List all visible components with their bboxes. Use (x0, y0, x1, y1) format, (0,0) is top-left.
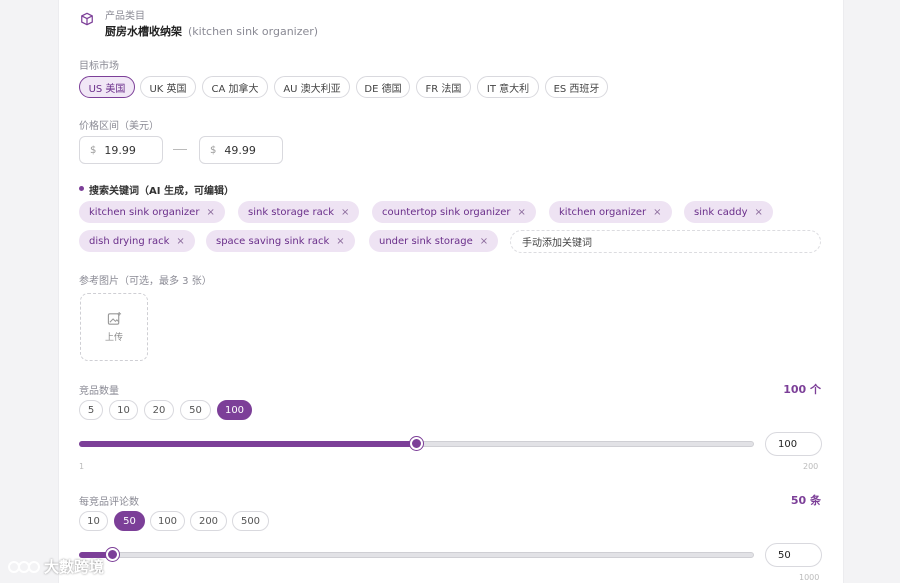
reviews-slider-track[interactable] (79, 552, 754, 558)
price-max-input[interactable]: $ 49.99 (199, 136, 283, 164)
currency-symbol: $ (210, 144, 217, 156)
market-chip-au[interactable]: AU 澳大利亚 (274, 76, 350, 98)
remove-icon[interactable]: × (341, 207, 349, 218)
market-chip-de[interactable]: DE 德国 (356, 76, 410, 98)
keywords-label: 搜索关键词（AI 生成，可编辑） (89, 186, 234, 197)
remove-icon[interactable]: × (176, 236, 184, 247)
keyword-text: space saving sink rack (216, 235, 330, 247)
price-label: 价格区间（美元） (79, 121, 159, 132)
market-chip-fr[interactable]: FR 法国 (416, 76, 471, 98)
reviews-slider-handle[interactable] (106, 548, 119, 561)
upload-label: 上传 (104, 333, 123, 343)
market-chip-uk[interactable]: UK 英国 (140, 76, 196, 98)
competitors-number-input[interactable]: 100 (765, 432, 822, 456)
reviews-max-tick: 1000 (799, 573, 820, 582)
keyword-text: dish drying rack (89, 235, 170, 247)
price-range-dash (173, 149, 187, 150)
competitors-min-tick: 1 (79, 462, 85, 471)
competitors-option[interactable]: 50 (180, 400, 211, 420)
reviews-option[interactable]: 10 (79, 511, 108, 531)
competitors-max-tick: 200 (803, 462, 819, 471)
remove-icon[interactable]: × (518, 207, 526, 218)
category-value: 厨房水槽收纳架 (kitchen sink organizer) (105, 23, 318, 39)
keyword-chip[interactable]: dish drying rack × (79, 230, 195, 252)
market-chip-it[interactable]: IT 意大利 (477, 76, 539, 98)
keyword-chip[interactable]: kitchen organizer × (549, 201, 672, 223)
reviews-value-display: 50 条 (790, 494, 821, 507)
competitors-slider-fill (79, 441, 417, 447)
price-min-value: 19.99 (104, 143, 136, 157)
watermark-logo-icon (8, 560, 40, 573)
competitors-option[interactable]: 20 (144, 400, 174, 420)
keyword-text: sink caddy (694, 206, 748, 218)
keyword-chip[interactable]: kitchen sink organizer × (79, 201, 225, 223)
competitors-option-selected[interactable]: 100 (217, 400, 252, 420)
keyword-text: under sink storage (379, 235, 473, 247)
remove-icon[interactable]: × (653, 207, 661, 218)
market-label: 目标市场 (79, 61, 119, 72)
reviews-option[interactable]: 200 (190, 511, 227, 531)
keyword-chip[interactable]: countertop sink organizer × (372, 201, 536, 223)
keyword-text: kitchen organizer (559, 206, 647, 218)
competitors-option[interactable]: 10 (109, 400, 138, 420)
reviews-option-selected[interactable]: 50 (114, 511, 145, 531)
image-upload-box[interactable]: 上传 (80, 293, 148, 361)
reviews-label: 每竞品评论数 (79, 497, 139, 508)
reviews-option[interactable]: 500 (232, 511, 269, 531)
watermark-text: 大數跨境 (44, 558, 105, 576)
images-label: 参考图片（可选，最多 3 张） (79, 276, 212, 287)
remove-icon[interactable]: × (336, 236, 344, 247)
market-chip-es[interactable]: ES 西班牙 (545, 76, 608, 98)
market-chip-ca[interactable]: CA 加拿大 (202, 76, 268, 98)
bullet-dot (79, 186, 84, 191)
keyword-chip[interactable]: sink storage rack × (238, 201, 360, 223)
currency-symbol: $ (90, 144, 97, 156)
keyword-text: kitchen sink organizer (89, 206, 200, 218)
box-icon (81, 12, 93, 26)
competitors-slider-handle[interactable] (410, 437, 423, 450)
competitors-option[interactable]: 5 (79, 400, 103, 420)
keyword-chip[interactable]: sink caddy × (684, 201, 773, 223)
category-label: 产品类目 (105, 11, 145, 22)
watermark: 大數跨境 (8, 556, 104, 577)
category-name: 厨房水槽收纳架 (105, 25, 182, 38)
keyword-text: sink storage rack (248, 206, 334, 218)
reviews-option[interactable]: 100 (150, 511, 185, 531)
competitors-value-display: 100 个 (783, 383, 821, 396)
competitors-label: 竞品数量 (79, 386, 119, 397)
market-chip-us[interactable]: US 美国 (79, 76, 135, 98)
category-name-en: (kitchen sink organizer) (188, 25, 319, 38)
image-upload-icon (107, 311, 121, 325)
remove-icon[interactable]: × (755, 207, 763, 218)
keyword-chip[interactable]: space saving sink rack × (206, 230, 355, 252)
price-max-value: 49.99 (224, 143, 256, 157)
add-keyword-input[interactable]: 手动添加关键词 (510, 230, 821, 253)
reviews-number-input[interactable]: 50 (765, 543, 822, 567)
remove-icon[interactable]: × (206, 207, 214, 218)
keyword-text: countertop sink organizer (382, 206, 511, 218)
price-min-input[interactable]: $ 19.99 (79, 136, 163, 164)
remove-icon[interactable]: × (480, 236, 488, 247)
keyword-chip[interactable]: under sink storage × (369, 230, 499, 252)
